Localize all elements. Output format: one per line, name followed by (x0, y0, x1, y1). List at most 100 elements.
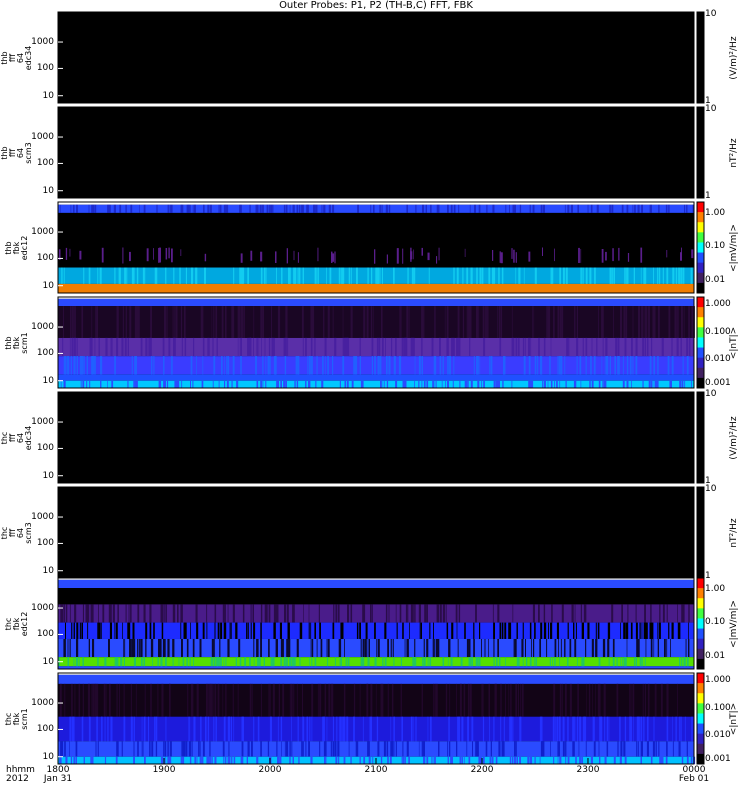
panel-7-band-7-stripe (393, 657, 395, 667)
panel-3-band-4-stripe (627, 253, 630, 262)
panel-6-background (58, 487, 694, 578)
panel-7-band-5-stripe (499, 622, 502, 639)
panel-8-band-4-stripe (401, 716, 403, 742)
panel-7-band-5-stripe (299, 622, 302, 639)
panel-7-band-6-stripe (569, 639, 572, 658)
panel-4-band-4-stripe (543, 337, 546, 357)
panel-8-band-3-stripe (388, 683, 390, 717)
panel-3-band-2-stripe (430, 204, 432, 213)
panel-4-band-7-stripe (265, 380, 267, 388)
panel-4-band-3-stripe (81, 306, 84, 338)
panel-8-band-5-stripe (284, 741, 286, 757)
panel-7-band-4-stripe (498, 604, 500, 623)
panel-7-band-4-stripe (662, 604, 665, 623)
panel-8-band-4-stripe (205, 716, 207, 742)
panel-8-band-3-stripe (445, 683, 448, 717)
panel-3-band-6-stripe (260, 267, 263, 284)
panel-8-band-5-stripe (438, 741, 439, 757)
panel-8-band-3-stripe (268, 683, 270, 717)
panel-8-band-6-stripe (575, 756, 577, 764)
panel-3-band-6-stripe (594, 267, 596, 284)
panel-8-band-4-stripe (371, 716, 372, 742)
panel-7-band-7-stripe (120, 657, 123, 667)
panel-7-band-6-stripe (338, 639, 341, 658)
panel-3-band-2-stripe (665, 204, 668, 213)
panel-8-band-3-stripe (123, 683, 125, 717)
panel-7-band-6-stripe (362, 639, 365, 658)
panel-3-band-6-stripe (407, 267, 409, 284)
panel-8-band-4-stripe (311, 716, 313, 742)
panel-7-band-4-stripe (666, 604, 668, 623)
panel-3-band-6-stripe (640, 267, 642, 284)
panel-4-band-3-stripe (327, 306, 330, 338)
panel-8-band-4-stripe (567, 716, 569, 742)
panel-7-band-6-stripe (69, 639, 71, 658)
panel-8-band-5-stripe (466, 741, 468, 757)
panel-4-band-5-stripe (626, 356, 629, 375)
panel-7-band-5-stripe (180, 622, 182, 639)
panel-4-band-3-stripe (166, 306, 168, 338)
panel-4-band-3-stripe (363, 306, 366, 338)
panel-7-band-4-stripe (584, 604, 587, 623)
panel-3-band-6-stripe (299, 267, 301, 284)
panel-7-band-6-stripe (163, 639, 166, 658)
panel-4-band-7-stripe (598, 380, 601, 388)
panel-4-band-4-stripe (446, 337, 448, 357)
panel-3-band-4-stripe (293, 250, 295, 261)
panel-3-band-4-stripe (605, 251, 607, 261)
panel-8-band-6-stripe (227, 756, 230, 764)
panel-4-band-5-stripe (564, 356, 566, 375)
panel-7-band-7-stripe (210, 657, 213, 667)
panel-7-band-5-stripe (161, 622, 164, 639)
panel-8-band-4-stripe (369, 716, 372, 742)
panel-7-band-4-stripe (335, 604, 337, 623)
panel-7-band-5-stripe (359, 622, 361, 639)
panel-8-band-6-stripe (650, 756, 652, 764)
panel-8-band-4-stripe (253, 716, 255, 742)
panel-8-band-4-stripe (291, 716, 292, 742)
panel-1-background (58, 12, 694, 103)
panel-8-band-6-stripe (613, 756, 616, 764)
panel-3-band-4-stripe (580, 249, 582, 263)
panel-8-band-5-stripe (406, 741, 408, 757)
panel-7-band-5-stripe (98, 622, 100, 639)
panel-3-band-6-stripe (195, 267, 198, 284)
panel-8-band-5-stripe (572, 741, 574, 757)
panel-8-band-6-stripe (534, 756, 536, 764)
panel-3-band-4-stripe (542, 247, 543, 256)
panel-8-band-5-stripe (356, 741, 359, 757)
panel-7-band-6-stripe (268, 639, 270, 658)
panel-7-colorbar-segment (697, 578, 704, 589)
panel-7-band-4-stripe (206, 604, 208, 623)
panel-7-band-7-stripe (225, 657, 227, 667)
panel-4-band-4-stripe (686, 337, 689, 357)
panel-7-band-7-stripe (375, 657, 377, 667)
panel-3-band-2-stripe (611, 204, 614, 213)
panel-8-band-6-stripe (401, 756, 403, 764)
panel-4-band-5-stripe (590, 356, 592, 375)
panel-8-band-6-stripe (368, 756, 371, 764)
panel-7-band-7-stripe (334, 657, 336, 667)
panel-8-band-4-stripe (503, 716, 505, 742)
panel-2-colorbar-tick: 10 (705, 103, 717, 114)
panel-8-band-5-stripe (185, 741, 188, 757)
panel-3-band-4-stripe (413, 249, 414, 260)
panel-4-band-3-stripe (462, 306, 465, 338)
panel-3-band-4-stripe (511, 248, 513, 259)
panel-7-band-5-stripe (76, 622, 78, 639)
panel-7-band-5-stripe (114, 622, 116, 639)
panel-4-band-7-stripe (339, 380, 341, 388)
panel-3-band-4-stripe (464, 248, 466, 257)
panel-4-band-3-stripe (215, 306, 218, 338)
panel-3-colorbar-segment (697, 202, 704, 213)
panel-8-band-5-stripe (585, 741, 587, 757)
panel-8-band-6-stripe (115, 756, 118, 764)
panel-8-band-3-stripe (553, 683, 556, 717)
panel-8-band-5-stripe (386, 741, 389, 757)
panel-7-band-4-stripe (350, 604, 353, 623)
panel-7-band-6-stripe (108, 639, 110, 658)
panel-4-band-7-stripe (414, 380, 415, 388)
panel-4-band-3-stripe (175, 306, 178, 338)
panel-4-band-5-stripe (342, 356, 345, 375)
panel-4-band-4-stripe (591, 337, 593, 357)
